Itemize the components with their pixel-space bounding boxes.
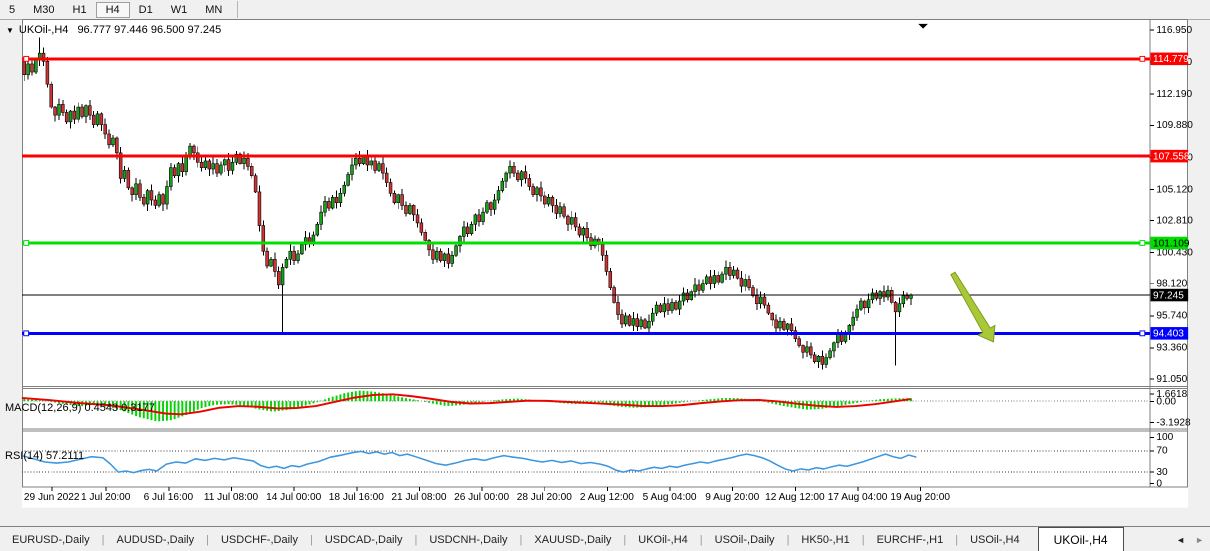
price-tick-label: 116.950 [1156, 25, 1192, 36]
tab-scroll-right-icon[interactable]: ► [1195, 535, 1204, 545]
hline-handle[interactable] [24, 331, 29, 336]
price-tick-label: 98.120 [1156, 279, 1187, 290]
tab-audusd-daily-1[interactable]: AUDUSD-,Daily [104, 534, 206, 546]
svg-text:101.109: 101.109 [1153, 238, 1190, 249]
hline-handle[interactable] [24, 241, 29, 246]
svg-text:107.558: 107.558 [1153, 151, 1190, 162]
time-tick-label: 17 Aug 04:00 [828, 492, 888, 503]
price-tick-label: 102.810 [1156, 215, 1193, 226]
time-tick-label: 14 Jul 00:00 [266, 492, 321, 503]
time-tick-label: 18 Jul 16:00 [329, 492, 384, 503]
time-tick-label: 29 Jun 2022 [24, 492, 80, 503]
svg-text:97.245: 97.245 [1153, 290, 1184, 301]
time-tick-label: 21 Jul 08:00 [391, 492, 446, 503]
tab-usoil-h4-10[interactable]: USOil-,H4 [958, 534, 1032, 546]
chart-tab-bar: EURUSD-,Daily|AUDUSD-,Daily|USDCHF-,Dail… [0, 526, 1210, 551]
timeframe-button-h1[interactable]: H1 [64, 3, 96, 17]
toolbar-divider [237, 1, 238, 18]
svg-text:114.779: 114.779 [1153, 54, 1189, 65]
price-badge-97.245: 97.245 [1151, 289, 1189, 302]
rsi-axis-label: 0 [1156, 478, 1162, 489]
hline-handle[interactable] [1140, 56, 1145, 61]
svg-text:94.403: 94.403 [1153, 329, 1184, 340]
time-tick-label: 28 Jul 20:00 [517, 492, 572, 503]
time-tick-label: 26 Jul 00:00 [454, 492, 509, 503]
price-badge-101.109: 101.109 [1151, 237, 1190, 250]
timeframe-button-d1[interactable]: D1 [130, 3, 162, 17]
chart-symbol-period: UKOil-,H4 [19, 24, 69, 36]
timeframe-button-m30[interactable]: M30 [24, 3, 63, 17]
rsi-axis-label: 30 [1156, 467, 1168, 478]
hline-handle[interactable] [1140, 241, 1145, 246]
macd-indicator-label: MACD(12,26,9) 0.4543 0.3177 [5, 402, 155, 414]
price-axis: 116.950114.570112.190109.880107.500105.1… [1150, 25, 1193, 490]
price-tick-label: 112.190 [1156, 89, 1192, 100]
tab-usdcad-daily-3[interactable]: USDCAD-,Daily [313, 534, 415, 546]
time-tick-label: 19 Aug 20:00 [890, 492, 950, 503]
tab-hk50-h1-8[interactable]: HK50-,H1 [789, 534, 861, 546]
time-tick-label: 11 Jul 08:00 [204, 492, 259, 503]
tab-usdcnh-daily-4[interactable]: USDCNH-,Daily [417, 534, 519, 546]
price-badge-107.558: 107.558 [1151, 150, 1190, 163]
time-tick-label: 2 Aug 12:00 [580, 492, 634, 503]
tab-eurusd-daily-0[interactable]: EURUSD-,Daily [0, 534, 102, 546]
timeframe-button-5[interactable]: 5 [0, 3, 24, 17]
timeframe-button-mn[interactable]: MN [196, 3, 231, 17]
chart-title: ▼ UKOil-,H4 96.777 97.446 96.500 97.245 [6, 24, 221, 36]
macd-axis-label: -3.1928 [1156, 417, 1191, 428]
tab-usoil-daily-7[interactable]: USOil-,Daily [703, 534, 787, 546]
time-tick-label: 6 Jul 16:00 [144, 492, 194, 503]
tab-eurchf-h1-9[interactable]: EURCHF-,H1 [865, 534, 956, 546]
chart-canvas[interactable]: 116.950114.570112.190109.880107.500105.1… [0, 19, 1210, 526]
macd-axis-label: 0.00 [1156, 397, 1176, 408]
tab-scroll-left-icon[interactable]: ◄ [1176, 535, 1185, 545]
tab-ukoil-h4-11[interactable]: UKOil-,H4 [1038, 527, 1124, 551]
hline-handle[interactable] [1140, 331, 1145, 336]
tab-ukoil-h4-6[interactable]: UKOil-,H4 [626, 534, 700, 546]
price-tick-label: 105.120 [1156, 184, 1193, 195]
rsi-indicator-label: RSI(14) 57.2111 [5, 450, 84, 462]
timeframe-button-w1[interactable]: W1 [162, 3, 197, 17]
hline-handle[interactable] [24, 56, 29, 61]
tab-usdchf-daily-2[interactable]: USDCHF-,Daily [209, 534, 310, 546]
price-tick-label: 91.050 [1156, 374, 1187, 385]
time-tick-label: 5 Aug 04:00 [643, 492, 697, 503]
rsi-axis-label: 70 [1156, 446, 1168, 457]
price-tick-label: 93.360 [1156, 343, 1187, 354]
symbol-dropdown-icon[interactable]: ▼ [6, 26, 14, 35]
rsi-axis-label: 100 [1156, 432, 1173, 443]
time-tick-label: 9 Aug 20:00 [705, 492, 759, 503]
time-tick-label: 12 Aug 12:00 [765, 492, 825, 503]
tab-xauusd-daily-5[interactable]: XAUUSD-,Daily [522, 534, 623, 546]
timeframe-toolbar: 5M30H1H4D1W1MN [0, 0, 1210, 20]
chart-ohlc-values: 96.777 97.446 96.500 97.245 [77, 24, 221, 36]
mt4-window: 5M30H1H4D1W1MN 116.950114.570112.190109.… [0, 0, 1210, 551]
timeframe-button-h4[interactable]: H4 [96, 2, 130, 18]
price-tick-label: 95.740 [1156, 311, 1187, 322]
price-badge-114.779: 114.779 [1151, 53, 1190, 66]
time-tick-label: 1 Jul 20:00 [81, 492, 131, 503]
price-badge-94.403: 94.403 [1151, 327, 1189, 340]
chart-area: 116.950114.570112.190109.880107.500105.1… [0, 19, 1210, 526]
price-tick-label: 109.880 [1156, 120, 1193, 131]
